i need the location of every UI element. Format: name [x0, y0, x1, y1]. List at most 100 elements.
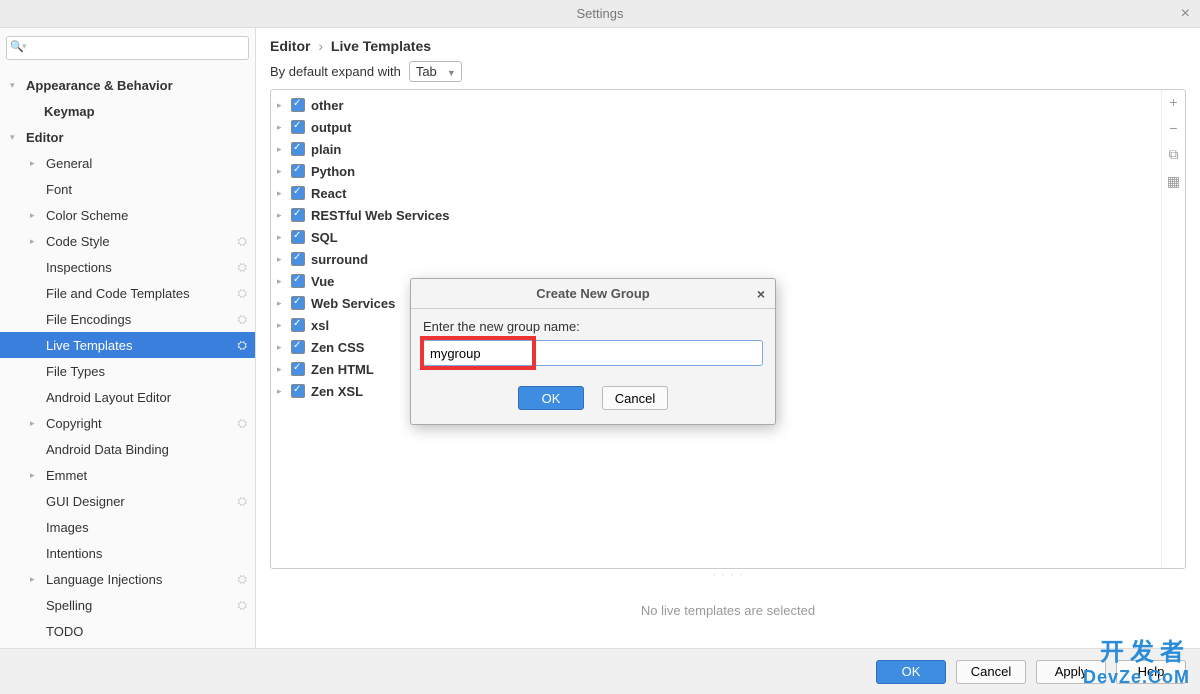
expand-icon[interactable]: ▸ — [30, 574, 40, 585]
template-group-surround[interactable]: ▸surround — [271, 248, 1161, 270]
resize-handle[interactable]: · · · · — [270, 569, 1186, 583]
sidebar-item-images[interactable]: Images — [0, 514, 255, 540]
copy-icon[interactable]: ⧉ — [1169, 146, 1179, 163]
checkbox[interactable] — [291, 296, 305, 310]
footer-ok-button[interactable]: OK — [876, 660, 946, 684]
template-group-other[interactable]: ▸other — [271, 94, 1161, 116]
sidebar-item-general[interactable]: ▸General — [0, 150, 255, 176]
checkbox[interactable] — [291, 98, 305, 112]
expand-icon[interactable]: ▸ — [30, 470, 40, 481]
sidebar-item-label: Editor — [26, 130, 255, 145]
footer-help-button[interactable]: Help — [1116, 660, 1186, 684]
footer-apply-button[interactable]: Apply — [1036, 660, 1106, 684]
expand-icon[interactable]: ▸ — [277, 386, 287, 397]
expand-with-select[interactable]: Tab — [409, 61, 462, 82]
window-close-icon[interactable]: × — [1181, 5, 1190, 23]
footer-cancel-button[interactable]: Cancel — [956, 660, 1026, 684]
sidebar-item-editor[interactable]: ▾ Editor — [0, 124, 255, 150]
sidebar-item-android-data-binding[interactable]: Android Data Binding — [0, 436, 255, 462]
expand-icon[interactable]: ▸ — [277, 188, 287, 199]
expand-icon[interactable]: ▸ — [277, 320, 287, 331]
template-group-plain[interactable]: ▸plain — [271, 138, 1161, 160]
expand-icon[interactable]: ▸ — [277, 166, 287, 177]
sidebar-item-label: GUI Designer — [46, 494, 237, 509]
template-group-label: Zen XSL — [311, 384, 363, 399]
sidebar-item-label: Color Scheme — [46, 208, 255, 223]
add-icon[interactable]: + — [1169, 94, 1177, 110]
sidebar-item-appearance-behavior[interactable]: ▾ Appearance & Behavior — [0, 72, 255, 98]
sidebar-item-label: Appearance & Behavior — [26, 78, 255, 93]
sidebar-item-live-templates[interactable]: Live Templates⛭ — [0, 332, 255, 358]
sidebar-item-code-style[interactable]: ▸Code Style⛭ — [0, 228, 255, 254]
remove-icon[interactable]: − — [1169, 120, 1177, 136]
template-group-react[interactable]: ▸React — [271, 182, 1161, 204]
search-input[interactable] — [6, 36, 249, 60]
template-group-label: Zen CSS — [311, 340, 364, 355]
checkbox[interactable] — [291, 230, 305, 244]
settings-tree: ▾ Appearance & Behavior Keymap ▾ Editor ▸Gene… — [0, 66, 255, 644]
sidebar-item-file-and-code-templates[interactable]: File and Code Templates⛭ — [0, 280, 255, 306]
template-group-sql[interactable]: ▸SQL — [271, 226, 1161, 248]
sidebar-item-color-scheme[interactable]: ▸ Color Scheme — [0, 202, 255, 228]
sidebar-item-file-types[interactable]: File Types — [0, 358, 255, 384]
sidebar-item-file-encodings[interactable]: File Encodings⛭ — [0, 306, 255, 332]
sidebar-item-emmet[interactable]: ▸ Emmet — [0, 462, 255, 488]
expand-icon[interactable]: ▸ — [277, 364, 287, 375]
expand-icon[interactable]: ▸ — [30, 210, 40, 221]
expand-icon[interactable]: ▸ — [277, 100, 287, 111]
expand-icon[interactable]: ▸ — [277, 298, 287, 309]
expand-icon[interactable]: ▸ — [277, 144, 287, 155]
gear-icon: ⛭ — [237, 338, 247, 353]
sidebar-item-label: Emmet — [46, 468, 255, 483]
sidebar-item-android-layout-editor[interactable]: Android Layout Editor — [0, 384, 255, 410]
checkbox[interactable] — [291, 318, 305, 332]
expand-icon[interactable]: ▸ — [30, 158, 40, 169]
checkbox[interactable] — [291, 384, 305, 398]
sidebar-item-copyright[interactable]: ▸Copyright⛭ — [0, 410, 255, 436]
expand-icon[interactable]: ▸ — [277, 122, 287, 133]
sidebar-item-font[interactable]: Font — [0, 176, 255, 202]
sidebar-item-keymap[interactable]: Keymap — [0, 98, 255, 124]
checkbox[interactable] — [291, 120, 305, 134]
sidebar-item-intentions[interactable]: Intentions — [0, 540, 255, 566]
checkbox[interactable] — [291, 362, 305, 376]
template-group-output[interactable]: ▸ output — [271, 116, 1161, 138]
sidebar-item-gui-designer[interactable]: GUI Designer⛭ — [0, 488, 255, 514]
expand-icon[interactable]: ▸ — [277, 342, 287, 353]
dialog-cancel-button[interactable]: Cancel — [602, 386, 668, 410]
expand-icon[interactable]: ▸ — [277, 276, 287, 287]
checkbox[interactable] — [291, 340, 305, 354]
expand-icon[interactable]: ▸ — [30, 418, 40, 429]
paste-icon[interactable]: ▦ — [1167, 173, 1180, 190]
checkbox[interactable] — [291, 208, 305, 222]
expand-icon[interactable]: ▸ — [277, 232, 287, 243]
expand-icon[interactable]: ▸ — [277, 210, 287, 221]
sidebar-item-spelling[interactable]: Spelling⛭ — [0, 592, 255, 618]
dialog-ok-button[interactable]: OK — [518, 386, 584, 410]
checkbox[interactable] — [291, 252, 305, 266]
template-group-python[interactable]: ▸Python — [271, 160, 1161, 182]
group-name-input[interactable] — [423, 340, 763, 366]
breadcrumb-sep: › — [318, 38, 323, 54]
expand-icon[interactable]: ▾ — [10, 80, 20, 91]
sidebar-item-language-injections[interactable]: ▸Language Injections⛭ — [0, 566, 255, 592]
sidebar-item-inspections[interactable]: Inspections⛭ — [0, 254, 255, 280]
checkbox[interactable] — [291, 142, 305, 156]
search-dropdown-icon[interactable]: ▾ — [22, 41, 27, 52]
gear-icon: ⛭ — [237, 598, 247, 613]
template-group-label: output — [311, 120, 351, 135]
expand-icon[interactable]: ▸ — [277, 254, 287, 265]
dialog-close-icon[interactable]: × — [757, 286, 765, 302]
expand-icon[interactable]: ▾ — [10, 132, 20, 143]
sidebar-item-todo[interactable]: TODO — [0, 618, 255, 644]
expand-icon[interactable]: ▸ — [30, 236, 40, 247]
checkbox[interactable] — [291, 274, 305, 288]
checkbox[interactable] — [291, 164, 305, 178]
template-group-restful-web-services[interactable]: ▸RESTful Web Services — [271, 204, 1161, 226]
dialog-header[interactable]: Create New Group × — [411, 279, 775, 309]
template-side-toolbar: + − ⧉ ▦ — [1161, 90, 1185, 568]
template-group-label: Web Services — [311, 296, 395, 311]
gear-icon: ⛭ — [237, 572, 247, 587]
breadcrumb-editor[interactable]: Editor — [270, 38, 310, 54]
checkbox[interactable] — [291, 186, 305, 200]
